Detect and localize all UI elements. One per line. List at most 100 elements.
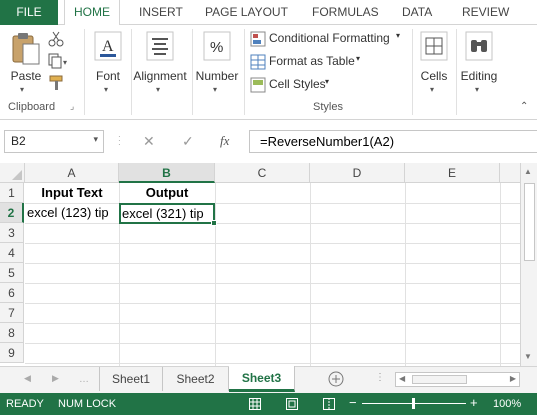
fill-handle[interactable]	[211, 220, 217, 226]
tab-data[interactable]: DATA	[402, 0, 432, 25]
scroll-down-icon[interactable]: ▼	[524, 352, 532, 361]
tab-split-icon[interactable]: ⋮	[375, 372, 385, 383]
number-dropdown-icon: ▾	[213, 85, 218, 94]
status-ready: READY	[6, 398, 44, 410]
tab-formulas[interactable]: FORMULAS	[312, 0, 379, 25]
paste-icon	[12, 33, 40, 65]
scroll-right-icon[interactable]: ▶	[510, 374, 516, 383]
percent-icon: %	[203, 31, 231, 61]
cell-b1[interactable]: Output	[119, 183, 215, 203]
editing-button[interactable]: Editing ▾	[457, 29, 501, 94]
page-layout-view-icon[interactable]	[286, 398, 298, 410]
editing-dropdown-icon: ▾	[475, 85, 480, 94]
format-as-table-label: Format as Table	[269, 54, 355, 68]
tab-file[interactable]: FILE	[0, 0, 58, 25]
collapse-ribbon-icon[interactable]: ⌃	[520, 101, 528, 112]
svg-text:▾: ▾	[63, 58, 67, 67]
format-as-table-button[interactable]: Format as Table ▾	[248, 52, 368, 72]
clipboard-launcher-icon[interactable]: ⌟	[70, 101, 74, 112]
svg-text:A: A	[102, 38, 114, 55]
font-button[interactable]: A Font ▾	[90, 29, 126, 94]
insert-function-icon[interactable]: fx	[220, 133, 229, 149]
next-sheet-icon[interactable]: ▶	[52, 373, 59, 384]
number-label: Number	[195, 69, 239, 83]
conditional-formatting-label: Conditional Formatting	[269, 31, 390, 45]
status-bar: READY NUM LOCK − + 100%	[0, 393, 537, 415]
horizontal-scroll-thumb[interactable]	[412, 375, 467, 384]
vertical-scroll-thumb[interactable]	[524, 183, 535, 261]
cell-styles-icon	[250, 77, 266, 93]
cells-label: Cells	[420, 69, 448, 83]
format-as-table-dropdown-icon: ▾	[356, 54, 361, 63]
zoom-in-icon[interactable]: +	[470, 395, 478, 410]
format-as-table-icon	[250, 54, 266, 70]
new-sheet-icon[interactable]	[328, 371, 344, 387]
prev-sheet-icon[interactable]: ◀	[24, 373, 31, 384]
clipboard-group-label: Clipboard	[8, 101, 56, 113]
name-box-dropdown-icon[interactable]: ▾	[93, 134, 98, 145]
alignment-label: Alignment	[133, 69, 187, 83]
cells-dropdown-icon: ▾	[430, 85, 435, 94]
sheet-tab-3-active[interactable]: Sheet3	[229, 366, 295, 392]
styles-group-label: Styles	[313, 101, 343, 113]
cell-styles-button[interactable]: Cell Styles ▾	[248, 75, 338, 95]
copy-icon[interactable]: ▾	[48, 53, 70, 69]
horizontal-scrollbar[interactable]: ◀ ▶	[395, 372, 520, 387]
alignment-button[interactable]: Alignment ▾	[131, 29, 189, 94]
paste-button[interactable]: Paste ▾	[6, 29, 46, 94]
normal-view-icon[interactable]	[249, 398, 261, 410]
vertical-scrollbar[interactable]: ▲ ▼	[520, 163, 537, 366]
zoom-slider[interactable]	[362, 398, 466, 409]
status-num-lock: NUM LOCK	[58, 398, 117, 410]
sheet-more-left-icon[interactable]: …	[79, 374, 89, 385]
tab-home[interactable]: HOME	[64, 0, 120, 26]
binoculars-icon	[465, 31, 493, 61]
cell-a2[interactable]: excel (123) tip	[27, 203, 119, 223]
separator	[84, 29, 85, 115]
sheet-tab-bar: ◀ ▶ … Sheet1 Sheet2 Sheet3 ⋮ ◀ ▶	[0, 366, 537, 393]
sheet-tab-1[interactable]: Sheet1	[99, 367, 163, 391]
font-label: Font	[95, 69, 120, 83]
formula-bar-grip-icon: · · ·	[118, 132, 121, 149]
separator	[244, 29, 245, 115]
paste-label: Paste	[10, 69, 42, 83]
scroll-up-icon[interactable]: ▲	[524, 167, 532, 176]
sheet-tab-2[interactable]: Sheet2	[163, 367, 229, 391]
page-break-view-icon[interactable]	[323, 398, 335, 410]
zoom-out-icon[interactable]: −	[349, 395, 357, 410]
ribbon-tab-bar: FILE HOME INSERT PAGE LAYOUT FORMULAS DA…	[0, 0, 537, 26]
editing-label: Editing	[460, 69, 498, 83]
cell-b2-active[interactable]: excel (321) tip	[119, 203, 215, 224]
alignment-dropdown-icon: ▾	[156, 85, 161, 94]
format-painter-icon[interactable]	[48, 75, 64, 91]
formula-input[interactable]: =ReverseNumber1(A2)	[249, 130, 537, 153]
cancel-icon[interactable]: ✕	[143, 133, 155, 150]
scroll-left-icon[interactable]: ◀	[399, 374, 405, 383]
formula-text: =ReverseNumber1(A2)	[260, 134, 395, 149]
name-box[interactable]: B2 ▾	[4, 130, 104, 153]
cells-button[interactable]: Cells ▾	[413, 29, 455, 94]
cell-styles-label: Cell Styles	[269, 77, 326, 91]
font-icon: A	[94, 31, 122, 61]
ribbon: Paste ▾ ▾ Clipboard ⌟ A Font ▾ Alignment…	[0, 25, 537, 120]
paste-dropdown-icon[interactable]: ▾	[20, 85, 24, 94]
tab-page-layout[interactable]: PAGE LAYOUT	[205, 0, 288, 25]
conditional-formatting-icon	[250, 31, 266, 47]
conditional-formatting-dropdown-icon: ▾	[396, 31, 401, 40]
conditional-formatting-button[interactable]: Conditional Formatting ▾	[248, 29, 408, 49]
worksheet-grid: A B C D E 1 2 3 4 5 6 7 8 9 Input Text O…	[0, 163, 537, 366]
name-box-value: B2	[11, 134, 26, 148]
cell-a1[interactable]: Input Text	[25, 183, 119, 203]
zoom-slider-thumb[interactable]	[412, 398, 415, 409]
font-dropdown-icon: ▾	[104, 85, 109, 94]
tab-insert[interactable]: INSERT	[139, 0, 183, 25]
formula-bar: B2 ▾ · · · ✕ ✓ fx =ReverseNumber1(A2)	[0, 121, 537, 163]
cells-icon	[420, 31, 448, 61]
alignment-icon	[146, 31, 174, 61]
cut-icon[interactable]	[48, 31, 64, 47]
zoom-level[interactable]: 100%	[493, 398, 521, 410]
number-button[interactable]: % Number ▾	[193, 29, 241, 94]
tab-review[interactable]: REVIEW	[462, 0, 509, 25]
enter-icon[interactable]: ✓	[182, 133, 194, 150]
svg-text:%: %	[210, 39, 223, 56]
